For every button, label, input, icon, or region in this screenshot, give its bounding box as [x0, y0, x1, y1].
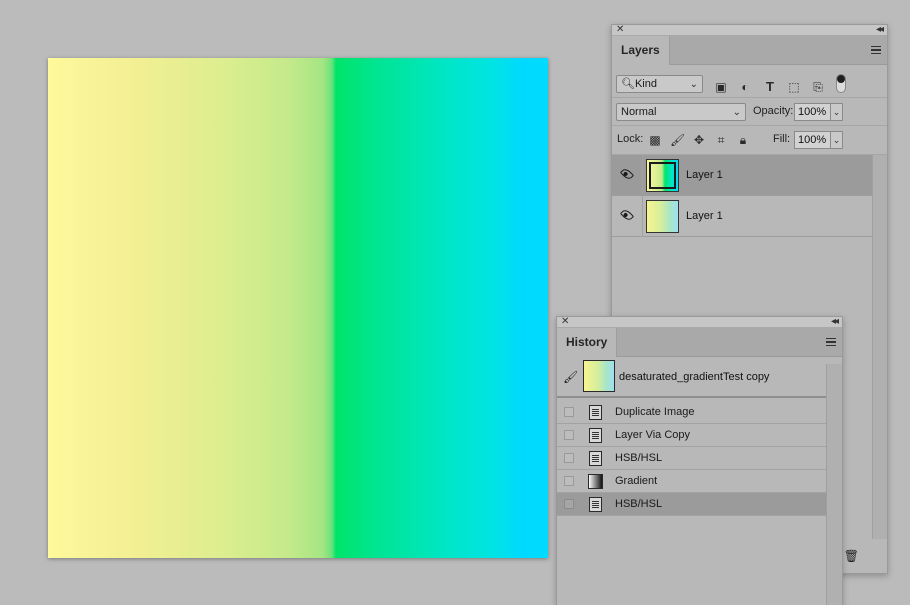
- adjustment-filter-icon[interactable]: ◐: [738, 80, 752, 94]
- history-item-label: Duplicate Image: [615, 406, 695, 418]
- history-tabbar: History: [557, 328, 842, 357]
- history-list: Duplicate Image Layer Via Copy HSB/HSL G…: [557, 401, 826, 516]
- history-source-checkbox[interactable]: [564, 407, 574, 417]
- opacity-input[interactable]: 100%: [794, 103, 831, 121]
- panel-menu-icon[interactable]: [871, 46, 881, 54]
- visibility-column-divider: [642, 155, 643, 195]
- layer-thumbnail[interactable]: [646, 200, 679, 233]
- eye-icon[interactable]: [619, 207, 635, 223]
- layer-name[interactable]: Layer 1: [686, 210, 723, 222]
- lock-transparent-icon[interactable]: ▩: [648, 133, 662, 147]
- close-icon[interactable]: ✕: [616, 23, 624, 37]
- document-icon: [589, 497, 602, 512]
- gradient-icon: [588, 474, 603, 489]
- fill-label: Fill:: [773, 133, 791, 145]
- lock-position-icon[interactable]: ✥: [692, 133, 706, 147]
- lock-label: Lock:: [617, 133, 644, 145]
- document-icon: [589, 428, 602, 443]
- filter-toggle[interactable]: [836, 74, 846, 93]
- history-item-label: Gradient: [615, 475, 658, 487]
- history-brush-icon[interactable]: 🖌︎: [563, 370, 578, 384]
- layer-name[interactable]: Layer 1: [686, 169, 723, 181]
- layers-panel-topbar[interactable]: ✕ ◂◂: [612, 23, 887, 37]
- layers-scrollbar[interactable]: [872, 155, 887, 539]
- divider: [612, 97, 887, 98]
- history-source-checkbox[interactable]: [564, 453, 574, 463]
- search-icon: 🔍︎: [621, 78, 635, 90]
- shape-filter-icon[interactable]: ⬚: [787, 80, 801, 94]
- snapshot-thumbnail[interactable]: [583, 360, 615, 392]
- collapse-icon[interactable]: ◂◂: [876, 23, 884, 37]
- layers-tabbar: Layers: [612, 36, 887, 65]
- document-icon: [589, 451, 602, 466]
- smart-object-filter-icon[interactable]: ⎘: [811, 80, 825, 94]
- trash-icon[interactable]: 🗑︎: [844, 549, 859, 563]
- history-panel-topbar[interactable]: ✕ ◂◂: [557, 315, 842, 329]
- lock-paint-icon[interactable]: 🖌︎: [670, 133, 685, 147]
- history-source-checkbox[interactable]: [564, 476, 574, 486]
- document-canvas[interactable]: [48, 58, 548, 558]
- document-icon: [589, 405, 602, 420]
- history-panel: ✕ ◂◂ History 🖌︎ desaturated_gradientTest…: [556, 316, 843, 605]
- history-item-label: HSB/HSL: [615, 498, 663, 510]
- kind-filter-select[interactable]: 🔍︎Kind ⌄: [616, 75, 703, 93]
- image-filter-icon[interactable]: ▣: [714, 80, 728, 94]
- type-filter-icon[interactable]: T: [763, 80, 777, 94]
- chevron-down-icon: ⌄: [732, 107, 741, 118]
- fill-dropdown[interactable]: ⌄: [830, 131, 843, 149]
- lock-artboard-icon[interactable]: ⌗: [714, 133, 728, 147]
- snapshot-name: desaturated_gradientTest copy: [619, 371, 770, 383]
- history-item[interactable]: HSB/HSL: [557, 493, 826, 516]
- history-item[interactable]: Gradient: [557, 470, 826, 493]
- fill-input[interactable]: 100%: [794, 131, 831, 149]
- kind-filter-value: Kind: [634, 78, 657, 90]
- layer-row[interactable]: Layer 1: [612, 196, 872, 237]
- divider: [612, 125, 887, 126]
- collapse-icon[interactable]: ◂◂: [831, 315, 839, 329]
- lock-all-icon[interactable]: 🔒︎: [736, 133, 750, 147]
- history-source-checkbox[interactable]: [564, 499, 574, 509]
- opacity-label: Opacity:: [753, 105, 794, 117]
- eye-icon[interactable]: [619, 166, 635, 182]
- opacity-dropdown[interactable]: ⌄: [830, 103, 843, 121]
- layer-thumbnail[interactable]: [646, 159, 679, 192]
- history-item[interactable]: Duplicate Image: [557, 401, 826, 424]
- layer-row[interactable]: Layer 1: [612, 155, 872, 196]
- history-item[interactable]: Layer Via Copy: [557, 424, 826, 447]
- history-scrollbar[interactable]: [826, 364, 842, 605]
- history-item[interactable]: HSB/HSL: [557, 447, 826, 470]
- tab-history[interactable]: History: [557, 328, 618, 357]
- tab-layers[interactable]: Layers: [612, 36, 670, 65]
- visibility-column-divider: [642, 196, 643, 236]
- close-icon[interactable]: ✕: [561, 315, 569, 329]
- history-snapshot[interactable]: 🖌︎ desaturated_gradientTest copy: [557, 357, 842, 398]
- history-item-label: Layer Via Copy: [615, 429, 691, 441]
- chevron-down-icon: ⌄: [689, 79, 698, 90]
- blend-mode-select[interactable]: Normal ⌄: [616, 103, 746, 121]
- history-item-label: HSB/HSL: [615, 452, 663, 464]
- panel-menu-icon[interactable]: [826, 338, 836, 346]
- history-source-checkbox[interactable]: [564, 430, 574, 440]
- blend-mode-value: Normal: [621, 106, 657, 118]
